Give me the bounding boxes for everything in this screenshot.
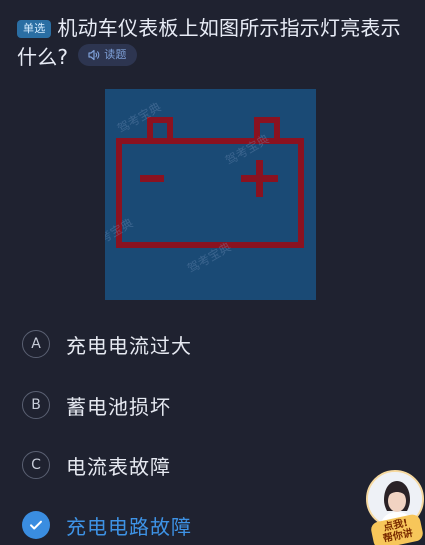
battery-warning-icon xyxy=(116,117,304,248)
read-question-label: 读题 xyxy=(104,48,127,61)
option-letter: C xyxy=(22,451,50,479)
option-text: 电流表故障 xyxy=(66,454,171,479)
option-c[interactable]: C 电流表故障 xyxy=(22,448,171,482)
explain-assistant-button[interactable]: 点我! 帮你讲 xyxy=(364,470,425,545)
speaker-icon xyxy=(88,49,100,61)
question-type-tag: 单选 xyxy=(17,20,52,38)
option-b[interactable]: B 蓄电池损坏 xyxy=(22,388,171,422)
option-d[interactable]: 充电电路故障 xyxy=(22,508,192,542)
option-text: 蓄电池损坏 xyxy=(66,394,171,419)
option-letter: B xyxy=(22,391,50,419)
check-icon xyxy=(22,511,50,539)
question-image: 驾考宝典 驾考宝典 驾考宝典 驾考宝典 xyxy=(105,89,316,300)
read-question-button[interactable]: 读题 xyxy=(78,44,137,66)
question-page: 单选 机动车仪表板上如图所示指示灯亮表示什么? 读题 驾考宝典 驾考宝典 驾考宝典 … xyxy=(0,0,425,545)
question-header: 单选 机动车仪表板上如图所示指示灯亮表示什么? 读题 xyxy=(17,14,409,72)
option-letter: A xyxy=(22,330,50,358)
option-text: 充电电路故障 xyxy=(66,514,192,539)
question-text: 机动车仪表板上如图所示指示灯亮表示什么? xyxy=(17,16,401,69)
option-a[interactable]: A 充电电流过大 xyxy=(22,327,192,361)
option-text: 充电电流过大 xyxy=(66,333,192,358)
